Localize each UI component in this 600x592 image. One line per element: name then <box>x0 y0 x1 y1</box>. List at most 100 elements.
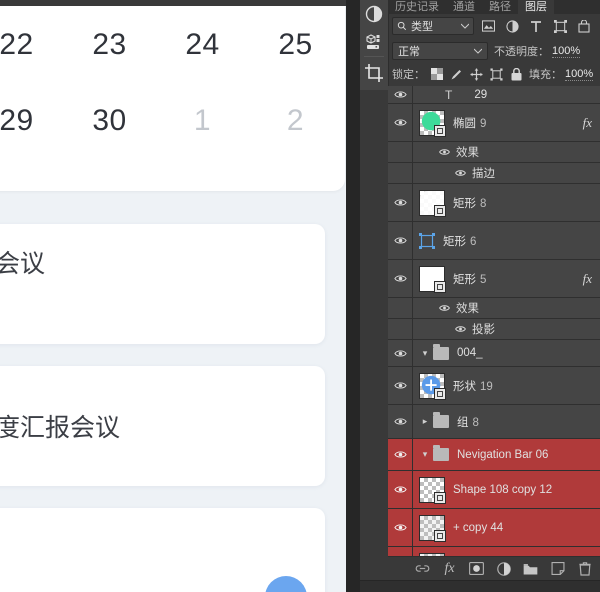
delete-layer-icon[interactable] <box>577 561 592 576</box>
eye-icon <box>393 199 407 206</box>
layer-effects-row[interactable]: 效果 <box>388 142 600 163</box>
layer-mask-icon[interactable] <box>469 561 484 576</box>
layer-visibility-toggle[interactable] <box>388 439 413 470</box>
shape-filter-icon[interactable] <box>550 17 570 35</box>
panel-footer-bar <box>360 580 600 592</box>
event-title: 进度汇报会议 <box>0 414 121 442</box>
layer-row[interactable]: 矩形 5 fx <box>388 260 600 298</box>
calendar-day-cell[interactable]: 22 <box>0 28 63 62</box>
chevron-down-icon[interactable]: ▾ <box>419 348 431 359</box>
calendar-day-cell[interactable]: 30 <box>63 104 156 138</box>
lock-artboard-icon[interactable] <box>490 67 503 81</box>
gradient-adjustment-tool-button[interactable] <box>360 0 388 28</box>
layer-row-selected[interactable]: Shape 108 copy 12 <box>388 471 600 509</box>
layer-thumbnail <box>419 265 446 293</box>
vector-shape-thumb <box>419 232 435 249</box>
opacity-value[interactable]: 100% <box>552 45 581 58</box>
layer-row[interactable]: 矩形 8 <box>388 184 600 222</box>
adjustment-layer-icon[interactable] <box>496 561 511 576</box>
adjustment-filter-icon[interactable] <box>502 17 522 35</box>
eye-icon <box>393 486 407 493</box>
layer-row[interactable]: 矩形 6 <box>388 222 600 260</box>
layer-content: ▾ 004_ <box>413 343 600 360</box>
lock-row: 锁定： 填充： 100% <box>388 62 600 86</box>
eye-icon[interactable] <box>439 147 450 158</box>
layer-visibility-toggle[interactable] <box>388 471 413 508</box>
layer-visibility-toggle[interactable] <box>388 367 413 404</box>
lock-image-icon[interactable] <box>450 68 463 81</box>
pixel-filter-icon[interactable] <box>478 17 498 35</box>
calendar-day-cell[interactable]: 24 <box>156 28 249 62</box>
calendar-day-cell[interactable]: 23 <box>63 28 156 62</box>
layer-row[interactable]: 椭圆 9 fx <box>388 104 600 142</box>
effect-visibility-toggle[interactable] <box>388 319 413 339</box>
lock-label: 锁定： <box>392 69 425 81</box>
layer-visibility-toggle[interactable] <box>388 222 413 259</box>
blend-mode-select[interactable]: 正常 <box>392 42 488 60</box>
fill-value[interactable]: 100% <box>565 68 594 81</box>
layer-visibility-toggle[interactable] <box>388 260 413 297</box>
layer-effect-item-row[interactable]: 描边 <box>388 163 600 184</box>
layer-style-fx-icon[interactable]: fx <box>442 561 457 576</box>
layer-fx-indicator[interactable]: fx <box>583 115 592 131</box>
layer-fx-indicator[interactable]: fx <box>583 271 592 287</box>
layer-content: 描边 <box>413 165 600 181</box>
crop-icon <box>365 64 383 82</box>
eye-icon[interactable] <box>439 303 450 314</box>
lock-position-icon[interactable] <box>470 68 483 81</box>
layer-effect-item-row[interactable]: 投影 <box>388 319 600 340</box>
lock-all-icon[interactable] <box>510 67 523 81</box>
layer-name: 效果 <box>456 147 479 159</box>
layer-group-row[interactable]: ▸ 组8 <box>388 405 600 439</box>
3d-material-tool-button[interactable] <box>360 28 388 56</box>
layer-effects-row[interactable]: 效果 <box>388 298 600 319</box>
tab-paths[interactable]: 路径 <box>482 0 518 14</box>
layer-visibility-toggle[interactable] <box>388 340 413 366</box>
layer-visibility-toggle[interactable] <box>388 104 413 141</box>
layer-row-selected[interactable]: Ellipse 1 copy 19 <box>388 547 600 556</box>
search-icon <box>397 21 407 31</box>
eye-icon <box>393 349 407 357</box>
eye-icon[interactable] <box>455 324 466 335</box>
tab-history[interactable]: 历史记录 <box>388 0 446 14</box>
layer-row[interactable]: 形状 19 <box>388 367 600 405</box>
layer-row-selected[interactable]: + copy 44 <box>388 509 600 547</box>
type-filter-icon[interactable] <box>526 17 546 35</box>
chevron-right-icon[interactable]: ▸ <box>419 416 431 427</box>
layer-visibility-toggle[interactable] <box>388 184 413 221</box>
layer-visibility-toggle[interactable] <box>388 547 413 556</box>
layers-list[interactable]: T 29 椭圆 9 fx 效果 描边 矩形 8 矩形 6 矩形 5 fx 效果 … <box>388 86 600 556</box>
new-layer-icon[interactable] <box>550 561 565 576</box>
chevron-down-icon <box>461 23 469 29</box>
layer-row[interactable]: T 29 <box>388 86 600 104</box>
smartobject-filter-icon[interactable] <box>574 17 594 35</box>
tab-channels[interactable]: 通道 <box>446 0 482 14</box>
layer-name: 004_ <box>457 347 483 359</box>
new-group-icon[interactable] <box>523 561 538 576</box>
filter-kind-select[interactable]: 类型 <box>392 17 474 35</box>
event-card[interactable] <box>0 224 325 344</box>
tab-layers[interactable]: 图层 <box>518 0 554 14</box>
lock-transparent-icon[interactable] <box>430 68 443 81</box>
effect-visibility-toggle[interactable] <box>388 163 413 183</box>
chevron-down-icon[interactable]: ▾ <box>419 449 431 460</box>
effects-visibility-toggle[interactable] <box>388 298 413 318</box>
layer-content: 形状 19 <box>413 372 600 400</box>
calendar-day-cell-nextmonth[interactable]: 1 <box>156 104 249 138</box>
layer-group-row[interactable]: ▾ 004_ <box>388 340 600 367</box>
layer-visibility-toggle[interactable] <box>388 405 413 438</box>
layer-visibility-toggle[interactable] <box>388 86 413 103</box>
calendar-day-cell-nextmonth[interactable]: 2 <box>249 104 342 138</box>
eye-icon[interactable] <box>455 168 466 179</box>
calendar-day-cell[interactable]: 29 <box>0 104 63 138</box>
vector-mask-badge <box>434 529 446 542</box>
layer-thumbnail <box>419 189 446 217</box>
effects-visibility-toggle[interactable] <box>388 142 413 162</box>
calendar-day-cell[interactable]: 25 <box>249 28 342 62</box>
layer-group-row-selected[interactable]: ▾ Nevigation Bar 06 <box>388 439 600 471</box>
layer-content: 投影 <box>413 321 600 337</box>
layer-name: + copy 44 <box>453 521 504 534</box>
link-layers-icon[interactable] <box>415 561 430 576</box>
layer-visibility-toggle[interactable] <box>388 509 413 546</box>
crop-tool-button[interactable] <box>360 58 388 88</box>
